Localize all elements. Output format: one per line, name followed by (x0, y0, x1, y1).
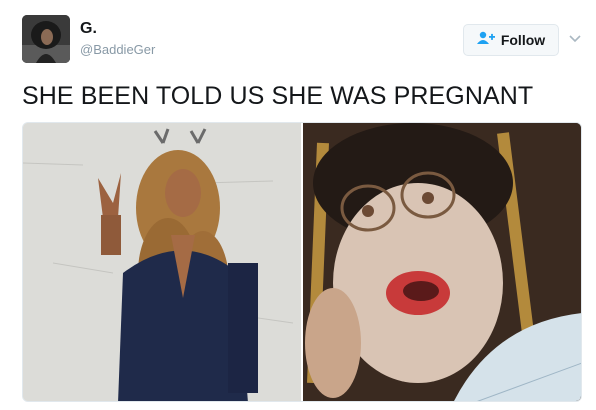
tweet-text: SHE BEEN TOLD US SHE WAS PREGNANT (22, 82, 534, 110)
avatar[interactable] (22, 15, 70, 63)
photo-left[interactable] (23, 123, 301, 401)
add-user-icon (476, 31, 495, 50)
user-handle[interactable]: @BaddieGer (80, 42, 155, 57)
follow-label: Follow (500, 32, 546, 48)
user-name[interactable]: G. (80, 20, 97, 38)
follow-button[interactable]: Follow (463, 24, 559, 56)
tweet-card: G. @BaddieGer Follow SHE BEEN TOLD US SH… (0, 0, 596, 410)
media-grid (22, 122, 582, 402)
chevron-down-icon[interactable] (567, 31, 583, 47)
photo-right[interactable] (303, 123, 581, 401)
